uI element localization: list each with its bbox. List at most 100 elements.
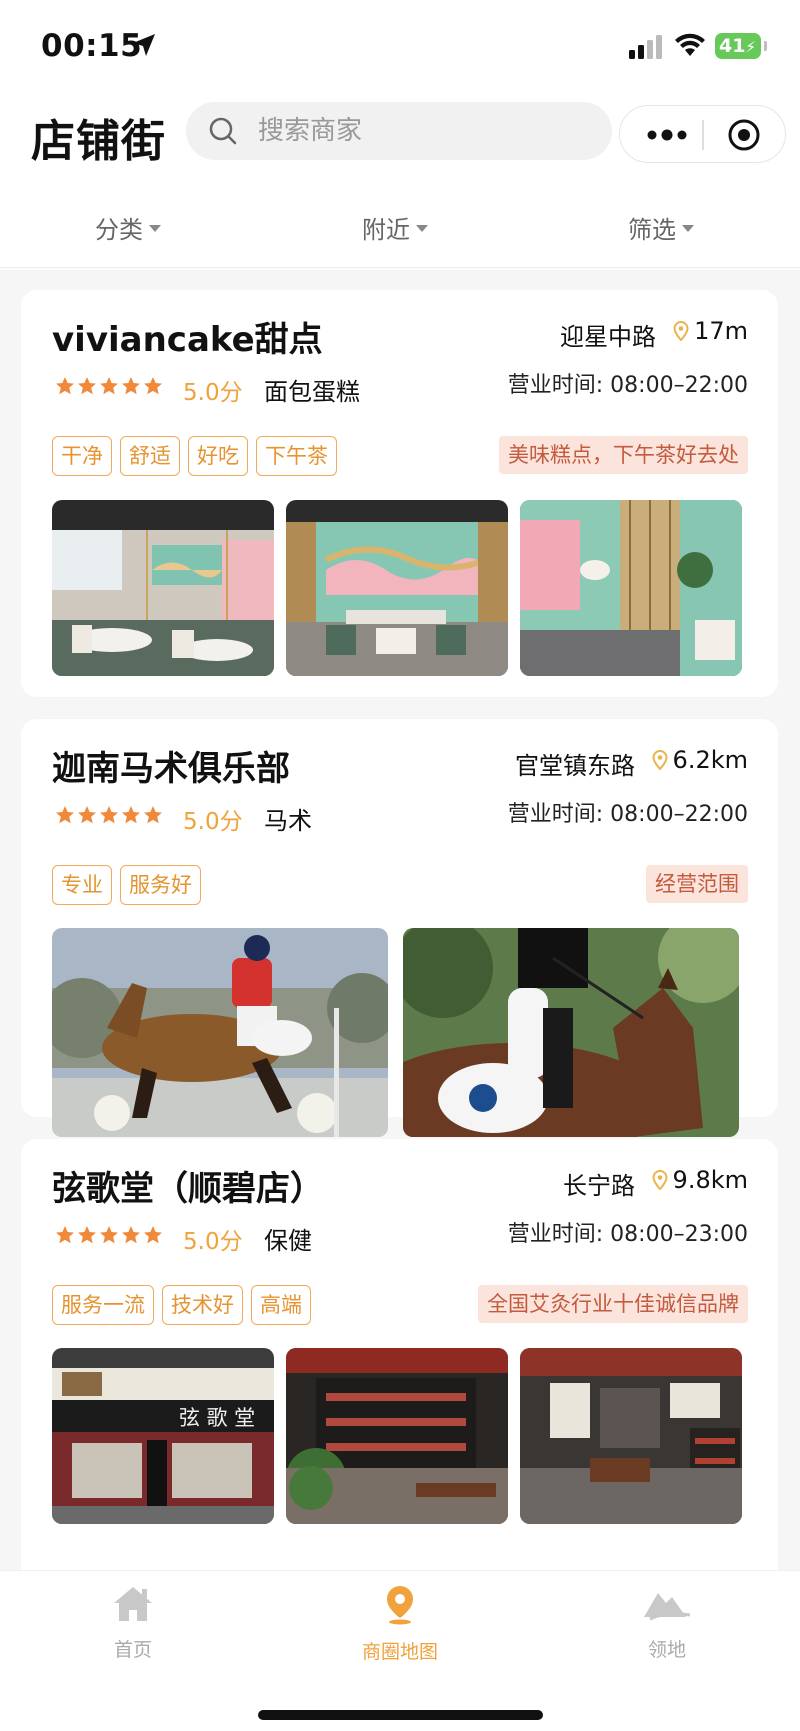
shop-tag: 干净 <box>52 436 112 476</box>
star-icon <box>144 806 162 824</box>
mini-program-capsule <box>619 105 786 163</box>
tab-map-label: 商圈地图 <box>361 1641 438 1663</box>
promo-badge: 全国艾灸行业十佳诚信品牌 <box>478 1285 748 1323</box>
horse-riding-photo[interactable] <box>403 928 739 1137</box>
home-icon <box>114 1587 152 1621</box>
shop-hours: 营业时间: 08:00–23:00 <box>507 1222 748 1247</box>
shop-interior-photo[interactable] <box>286 1348 508 1524</box>
shop-score: 5.0分 <box>183 809 243 835</box>
horse-jumping-photo[interactable] <box>52 928 388 1137</box>
rating-stars <box>55 1225 163 1245</box>
tag-list: 专业 服务好 <box>52 865 201 905</box>
star-icon <box>144 1226 162 1244</box>
promo-badge: 经营范围 <box>646 865 748 903</box>
search-input[interactable] <box>258 102 588 160</box>
capsule-divider <box>702 120 704 150</box>
home-indicator <box>258 1710 543 1720</box>
storefront-photo[interactable]: 弦 歌 堂 <box>52 1348 274 1524</box>
filter-nearby[interactable]: 附近 <box>362 210 428 245</box>
shop-card[interactable]: 弦歌堂（顺碧店） 长宁路 9.8km 5.0分 保健 营业时间: 08:00–2… <box>21 1139 778 1570</box>
more-icon[interactable] <box>642 123 692 147</box>
filter-screen-label: 筛选 <box>628 216 676 244</box>
star-icon <box>78 1226 96 1244</box>
status-time: 00:15 <box>41 28 143 64</box>
tab-home[interactable]: 首页 <box>63 1585 203 1662</box>
shop-tag: 服务一流 <box>52 1285 154 1325</box>
shop-interior-photo[interactable] <box>520 1348 742 1524</box>
shop-name: 迦南马术俱乐部 <box>52 749 290 789</box>
chevron-down-icon <box>149 225 161 232</box>
battery-level: 41 <box>719 35 746 57</box>
shop-score: 5.0分 <box>183 1229 243 1255</box>
shop-card[interactable]: 迦南马术俱乐部 官堂镇东路 6.2km 5.0分 马术 营业时间: 08:00–… <box>21 719 778 1137</box>
shop-tag: 服务好 <box>120 865 201 905</box>
search-box[interactable] <box>186 102 612 160</box>
header: 店铺街 <box>0 96 800 196</box>
cafe-interior-photo[interactable] <box>52 500 274 676</box>
shop-tag: 舒适 <box>120 436 180 476</box>
shop-list[interactable]: viviancake甜点 迎星中路 17m 5.0分 面包蛋糕 营业时间: 08… <box>0 270 800 1570</box>
chevron-down-icon <box>682 225 694 232</box>
tab-territory-label: 领地 <box>647 1639 686 1661</box>
star-icon <box>56 377 74 395</box>
page-title: 店铺街 <box>31 116 166 167</box>
shop-tag: 下午茶 <box>256 436 337 476</box>
shop-category: 马术 <box>264 807 312 835</box>
cafe-interior-photo[interactable] <box>520 500 742 676</box>
shop-tag: 技术好 <box>162 1285 243 1325</box>
shop-tag: 专业 <box>52 865 112 905</box>
filter-category[interactable]: 分类 <box>95 210 161 245</box>
star-icon <box>100 806 118 824</box>
star-icon <box>100 377 118 395</box>
shop-category: 保健 <box>264 1227 312 1255</box>
shop-card[interactable]: viviancake甜点 迎星中路 17m 5.0分 面包蛋糕 营业时间: 08… <box>21 290 778 697</box>
filter-nearby-label: 附近 <box>362 216 410 244</box>
chevron-down-icon <box>416 225 428 232</box>
location-pin-icon <box>673 321 689 341</box>
shop-address: 长宁路 <box>563 1172 635 1200</box>
storefront-sign: 弦 歌 堂 <box>179 1406 255 1430</box>
star-icon <box>100 1226 118 1244</box>
territory-icon <box>644 1593 691 1621</box>
cellular-signal-icon <box>629 35 662 59</box>
shop-name: 弦歌堂（顺碧店） <box>52 1169 324 1209</box>
tab-territory[interactable]: 领地 <box>597 1585 737 1662</box>
shop-distance: 17m <box>694 317 748 345</box>
location-pin-icon <box>652 750 668 770</box>
star-icon <box>56 1226 74 1244</box>
filter-screen[interactable]: 筛选 <box>628 210 694 245</box>
star-icon <box>144 377 162 395</box>
star-icon <box>56 806 74 824</box>
star-icon <box>78 377 96 395</box>
shop-address: 官堂镇东路 <box>515 752 635 780</box>
star-icon <box>122 377 140 395</box>
tag-list: 干净 舒适 好吃 下午茶 <box>52 436 337 476</box>
shop-address: 迎星中路 <box>560 323 656 351</box>
star-icon <box>122 806 140 824</box>
filter-bar: 分类 附近 筛选 <box>0 196 800 268</box>
star-icon <box>78 806 96 824</box>
location-arrow-icon <box>133 34 155 56</box>
location-pin-icon <box>652 1170 668 1190</box>
rating-stars <box>55 376 163 396</box>
shop-distance: 9.8km <box>672 1166 748 1194</box>
shop-name: viviancake甜点 <box>52 320 323 360</box>
battery-icon: 41⚡ <box>715 33 767 59</box>
star-icon <box>122 1226 140 1244</box>
status-bar: 00:15 41⚡ <box>0 0 800 96</box>
map-pin-icon <box>387 1586 413 1625</box>
close-mini-program-icon[interactable] <box>727 118 761 152</box>
shop-distance: 6.2km <box>672 746 748 774</box>
tab-map[interactable]: 商圈地图 <box>330 1585 470 1664</box>
filter-category-label: 分类 <box>95 216 143 244</box>
shop-tag: 高端 <box>251 1285 311 1325</box>
rating-stars <box>55 805 163 825</box>
search-icon <box>209 117 237 145</box>
cafe-interior-photo[interactable] <box>286 500 508 676</box>
tab-home-label: 首页 <box>113 1639 152 1661</box>
tag-list: 服务一流 技术好 高端 <box>52 1285 311 1325</box>
shop-score: 5.0分 <box>183 380 243 406</box>
promo-badge: 美味糕点，下午茶好去处 <box>499 436 748 474</box>
shop-hours: 营业时间: 08:00–22:00 <box>507 802 748 827</box>
shop-hours: 营业时间: 08:00–22:00 <box>507 373 748 398</box>
